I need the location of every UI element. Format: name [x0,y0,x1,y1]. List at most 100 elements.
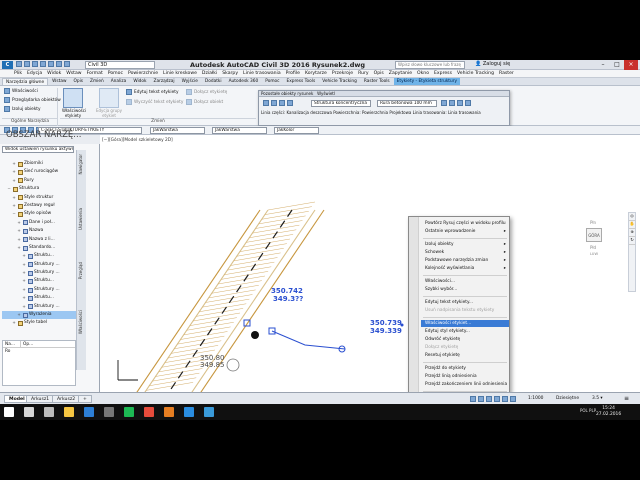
expand-toggle-icon[interactable]: + [12,194,16,202]
tree-node[interactable]: + Struktury ... [2,269,76,277]
context-menu-item[interactable]: Odwróć etykietę [421,336,509,343]
tree-node[interactable]: + Struktu... [2,294,76,302]
wcs-menu[interactable]: LUW [586,252,602,256]
explorer-icon[interactable] [64,407,74,417]
workspace-select[interactable]: Civil 3D [85,61,155,69]
attach-object-button[interactable]: Dołącz obiekt [186,99,223,105]
structure-select[interactable]: Struktura koncentryczna [311,100,371,107]
windows-icon[interactable] [4,407,14,417]
context-menu-item[interactable]: Szybki wybór... [421,286,509,293]
color-select[interactable]: JakWarstwa [150,127,205,134]
close-button[interactable]: × [624,60,638,70]
linetype-select[interactable]: JakWarstwa [212,127,267,134]
new-icon[interactable] [16,61,22,67]
expand-toggle-icon[interactable]: + [17,219,21,227]
expand-toggle-icon[interactable]: + [22,269,26,277]
customization-icon[interactable]: ≡ [624,395,629,402]
manhole-structure[interactable] [251,331,259,339]
tab-settings[interactable]: Ustawienia [78,208,86,230]
context-menu-item[interactable]: Kolejność wyświetlania ▸ [421,265,509,272]
view-select[interactable]: Widok ustawień rysunku aktywnego [2,146,74,153]
ribbon-tab[interactable]: Widok [130,78,149,85]
firefox-icon[interactable] [164,407,174,417]
ribbon-tab[interactable]: Narzędzia główne [2,78,49,85]
ribbon-tab[interactable]: Zarządzaj [151,78,178,85]
expand-toggle-icon[interactable]: + [12,319,16,327]
tab-survey[interactable]: Przegląd [78,262,86,279]
menu-item[interactable]: Edycja [27,70,42,77]
units-select[interactable]: Dziesiętne [556,396,579,401]
context-menu-item[interactable]: Właściwości etykiet... [421,320,509,327]
context-menu-item[interactable]: Przejdź zakończeniem linii odniesienia [421,381,509,388]
grid-row[interactable]: Ro [3,348,75,355]
menu-item[interactable]: Zapytanie [389,70,412,77]
tree-node[interactable]: − Style opisów [2,210,76,218]
menu-item[interactable]: Profile [286,70,300,77]
menu-item[interactable]: Korytarze [305,70,327,77]
menu-item[interactable]: Format [87,70,103,77]
context-menu-item[interactable]: Edytuj styl etykiety... [421,328,509,335]
language-indicator[interactable]: POL PLP [580,408,596,413]
ribbon-tab[interactable]: Analiza [108,78,130,85]
context-menu-item[interactable]: Powtórz Rysuj części w widoku profilu [421,220,509,227]
expand-toggle-icon[interactable]: + [17,227,21,235]
ortho-icon[interactable] [494,396,500,402]
maximize-button[interactable]: □ [610,60,624,70]
tree-node[interactable]: + Dane i poł... [2,219,76,227]
expand-toggle-icon[interactable]: − [12,210,16,218]
task-view-icon[interactable] [44,407,54,417]
grid-icon[interactable] [478,396,484,402]
ribbon-tab[interactable]: Vehicle Tracking [319,78,360,85]
expand-toggle-icon[interactable]: + [22,286,26,294]
tree-node[interactable]: + Struktury ... [2,303,76,311]
network-settings-icon[interactable] [263,100,269,106]
expand-toggle-icon[interactable]: + [12,160,16,168]
ribbon-tab[interactable]: Autodesk 360 [226,78,262,85]
lineweight-select[interactable]: JakKolor [274,127,319,134]
context-menu-item[interactable]: Przejdź do etykiety [421,365,509,372]
signin-button[interactable]: 👤 Zaloguj się [475,61,510,67]
menu-item[interactable]: Pomoc [108,70,123,77]
context-menu-item[interactable]: Ostatnie wprowadzenie ▸ [421,228,509,235]
menu-item[interactable]: Express [434,70,452,77]
pan-icon[interactable]: ✋ [629,221,635,229]
drawing-canvas[interactable]: 350.742 349.3?? 350.739 349.339 350.80 3… [100,135,640,396]
menu-item[interactable]: Skarpy [222,70,238,77]
ribbon-tab[interactable]: Wyjście [179,78,201,85]
context-menu-item[interactable]: Właściwości... [421,278,509,285]
expand-toggle-icon[interactable]: + [17,311,21,319]
orbit-icon[interactable]: ↻ [629,237,635,245]
autocad-icon[interactable] [84,407,94,417]
attach-label-button[interactable]: Dołącz etykietę [186,89,227,95]
menu-item[interactable]: Przekroje [332,70,353,77]
tree-node[interactable]: + Standardo... [2,244,76,252]
polar-icon[interactable] [502,396,508,402]
minimize-button[interactable]: – [596,60,610,70]
expand-toggle-icon[interactable]: + [17,244,21,252]
status-extra[interactable]: 3.5 ▾ [592,396,603,401]
expand-toggle-icon[interactable]: + [22,261,26,269]
open-icon[interactable] [24,61,30,67]
expand-toggle-icon[interactable]: + [22,252,26,260]
menu-item[interactable]: Opis [374,70,384,77]
ribbon-tab[interactable]: Express Tools [284,78,319,85]
alignment-icon[interactable] [287,100,293,106]
context-menu-item[interactable]: Schowek ▸ [421,249,509,256]
menu-item[interactable]: Wstaw [66,70,81,77]
viewport-title[interactable]: [−][Góra][Model szkieletowy 2D] [102,138,173,143]
spotify-icon[interactable] [124,407,134,417]
civil3d-icon[interactable] [204,407,214,417]
add-fitting-icon[interactable] [449,100,455,106]
menu-item[interactable]: Powierzchnie [128,70,158,77]
ribbon-tab[interactable]: Raster Tools [361,78,393,85]
context-menu-item[interactable]: Przejdź linią odniesienia [421,373,509,380]
save-icon[interactable] [32,61,38,67]
menu-item[interactable]: Linie kreskowe [163,70,197,77]
app-logo-icon[interactable]: C [2,61,13,69]
draw-pipes-icon[interactable] [441,100,447,106]
ribbon-tab[interactable]: Wstaw [49,78,69,85]
ribbon-tab[interactable]: Pomoc [262,78,282,85]
expand-toggle-icon[interactable]: + [22,294,26,302]
expand-toggle-icon[interactable]: + [17,236,21,244]
tree-node[interactable]: + Zbiorniki [2,160,76,168]
